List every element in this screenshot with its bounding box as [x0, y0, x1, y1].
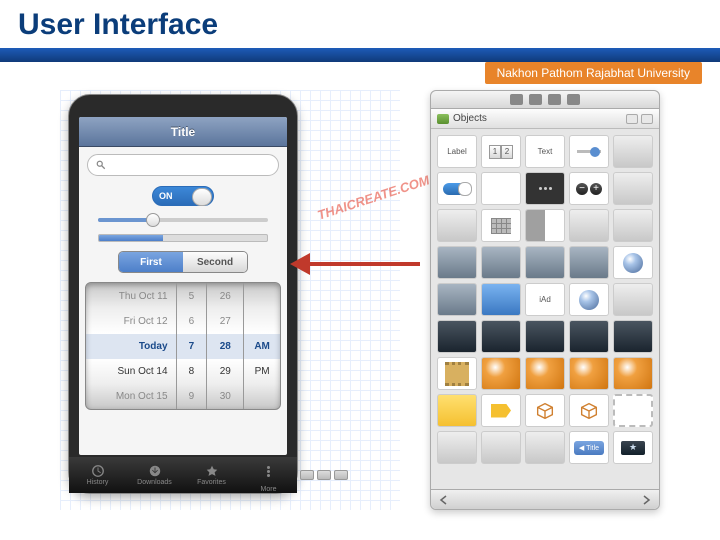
tab-history[interactable]: History: [69, 457, 126, 493]
obj-segmented[interactable]: 12: [481, 135, 521, 168]
obj-stepper[interactable]: [481, 172, 521, 205]
obj-dark-c[interactable]: [525, 320, 565, 353]
obj-dark-b[interactable]: [481, 320, 521, 353]
obj-textfield[interactable]: [613, 172, 653, 205]
obj-sphere[interactable]: [569, 283, 609, 316]
search-field[interactable]: [87, 154, 279, 176]
obj-splitview[interactable]: [525, 209, 565, 242]
pointer-arrow: [290, 253, 420, 275]
tab-favorites[interactable]: Favorites: [183, 457, 240, 493]
obj-calendar[interactable]: [569, 246, 609, 279]
obj-button-blue[interactable]: [481, 283, 521, 316]
obj-orb-c[interactable]: [569, 357, 609, 390]
design-canvas[interactable]: Title ON First Second: [60, 90, 400, 510]
nav-bar[interactable]: Title: [79, 117, 287, 147]
object-grid: Label 12 Text −+ iAd: [431, 129, 659, 470]
obj-orb-d[interactable]: [613, 357, 653, 390]
back-icon[interactable]: [439, 495, 449, 505]
obj-switch[interactable]: [437, 172, 477, 205]
obj-label[interactable]: Label: [437, 135, 477, 168]
obj-toolbar[interactable]: [613, 283, 653, 316]
obj-bar-a[interactable]: [437, 431, 477, 464]
obj-text[interactable]: Text: [525, 135, 565, 168]
library-tabs[interactable]: [431, 91, 659, 109]
obj-dark-a[interactable]: [437, 320, 477, 353]
toggle-switch[interactable]: ON: [152, 186, 214, 206]
obj-cube-b[interactable]: [569, 394, 609, 427]
obj-orb-b[interactable]: [525, 357, 565, 390]
obj-webview[interactable]: [613, 246, 653, 279]
obj-map[interactable]: [525, 246, 565, 279]
fwd-icon[interactable]: [641, 495, 651, 505]
obj-cube-a[interactable]: [525, 394, 565, 427]
title-bar: [0, 48, 720, 62]
obj-container[interactable]: [613, 209, 653, 242]
segment-second[interactable]: Second: [183, 252, 247, 272]
objects-icon: [437, 114, 449, 124]
view-icon-a[interactable]: [626, 114, 638, 124]
obj-bar-c[interactable]: [525, 431, 565, 464]
library-header: Objects: [431, 109, 659, 129]
obj-film[interactable]: [437, 357, 477, 390]
slide-title: User Interface: [18, 8, 218, 42]
object-library-panel[interactable]: Objects Label 12 Text −+: [430, 90, 660, 510]
view-icon-b[interactable]: [641, 114, 653, 124]
segmented-control[interactable]: First Second: [118, 251, 248, 273]
obj-picker[interactable]: [437, 246, 477, 279]
progress-bar: [98, 234, 268, 242]
obj-note[interactable]: [437, 394, 477, 427]
segment-first[interactable]: First: [119, 252, 183, 272]
slider[interactable]: [98, 213, 268, 227]
obj-view[interactable]: [437, 209, 477, 242]
obj-placeholder[interactable]: [613, 394, 653, 427]
phone-frame: Title ON First Second: [68, 94, 298, 494]
tab-bar[interactable]: History Downloads Favorites More: [69, 457, 297, 493]
obj-imageview[interactable]: [437, 283, 477, 316]
university-badge: Nakhon Pathom Rajabhat University: [485, 62, 702, 84]
obj-navbutton[interactable]: [569, 431, 609, 464]
library-footer: [431, 489, 659, 509]
tab-more[interactable]: More: [240, 457, 297, 493]
obj-bar-b[interactable]: [481, 431, 521, 464]
obj-dark-d[interactable]: [569, 320, 609, 353]
obj-dark-e[interactable]: [613, 320, 653, 353]
obj-datepicker[interactable]: [481, 246, 521, 279]
obj-iad[interactable]: iAd: [525, 283, 565, 316]
phone-screen: Title ON First Second: [79, 117, 287, 455]
selection-indicator: [300, 470, 348, 480]
date-picker[interactable]: Thu Oct 11 Fri Oct 12 Today Sun Oct 14 M…: [85, 282, 281, 410]
obj-tag[interactable]: [481, 394, 521, 427]
obj-orb-a[interactable]: [481, 357, 521, 390]
obj-addremove[interactable]: −+: [569, 172, 609, 205]
obj-tableview[interactable]: [569, 209, 609, 242]
obj-slider[interactable]: [569, 135, 609, 168]
obj-pagecontrol[interactable]: [525, 172, 565, 205]
obj-keypad[interactable]: [481, 209, 521, 242]
obj-tabbar[interactable]: [613, 431, 653, 464]
search-icon: [96, 160, 106, 170]
obj-progress[interactable]: [613, 135, 653, 168]
tab-downloads[interactable]: Downloads: [126, 457, 183, 493]
